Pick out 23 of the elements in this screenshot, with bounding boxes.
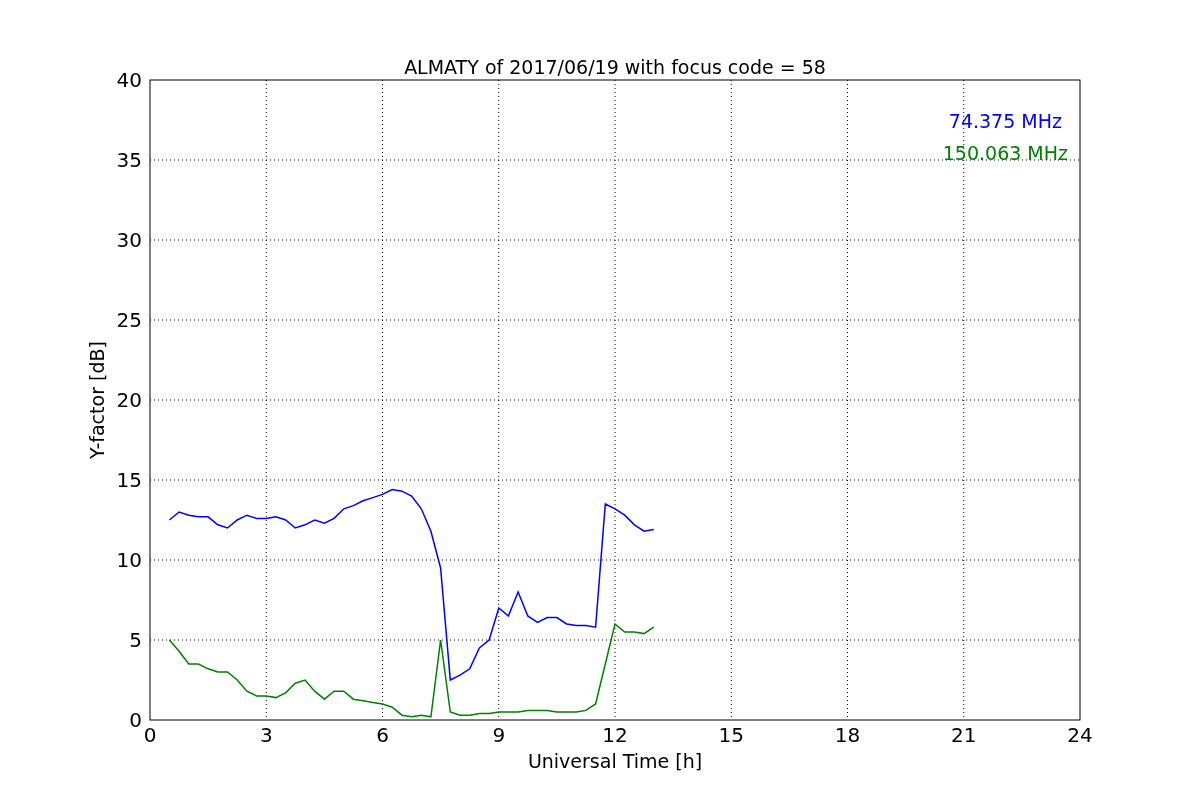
tick-label: 35 xyxy=(116,148,142,172)
tick-label: 0 xyxy=(129,708,142,732)
tick-label: 9 xyxy=(492,723,506,747)
axis-label: Y-factor [dB] xyxy=(86,341,108,459)
tick-label: 10 xyxy=(116,548,142,572)
tick-label: 24 xyxy=(1067,723,1093,747)
tick-label: 25 xyxy=(116,308,142,332)
tick-label: 20 xyxy=(116,388,142,412)
tick-label: 3 xyxy=(259,723,273,747)
tick-label: 15 xyxy=(718,723,744,747)
tick-label: 6 xyxy=(376,723,389,747)
tick-label: 15 xyxy=(116,468,142,492)
tick-label: 21 xyxy=(951,723,977,747)
axis-label: Universal Time [h] xyxy=(527,750,703,772)
legend-label: 74.375 MHz xyxy=(948,110,1062,132)
chart-title: ALMATY of 2017/06/19 with focus code = 58 xyxy=(404,56,826,78)
tick-label: 5 xyxy=(129,628,142,652)
tick-label: 18 xyxy=(834,723,861,747)
tick-label: 12 xyxy=(602,723,628,747)
tick-label: 30 xyxy=(116,228,142,252)
tick-label: 40 xyxy=(116,68,142,92)
tick-label: 0 xyxy=(143,723,157,747)
legend-label: 150.063 MHz xyxy=(942,142,1068,164)
